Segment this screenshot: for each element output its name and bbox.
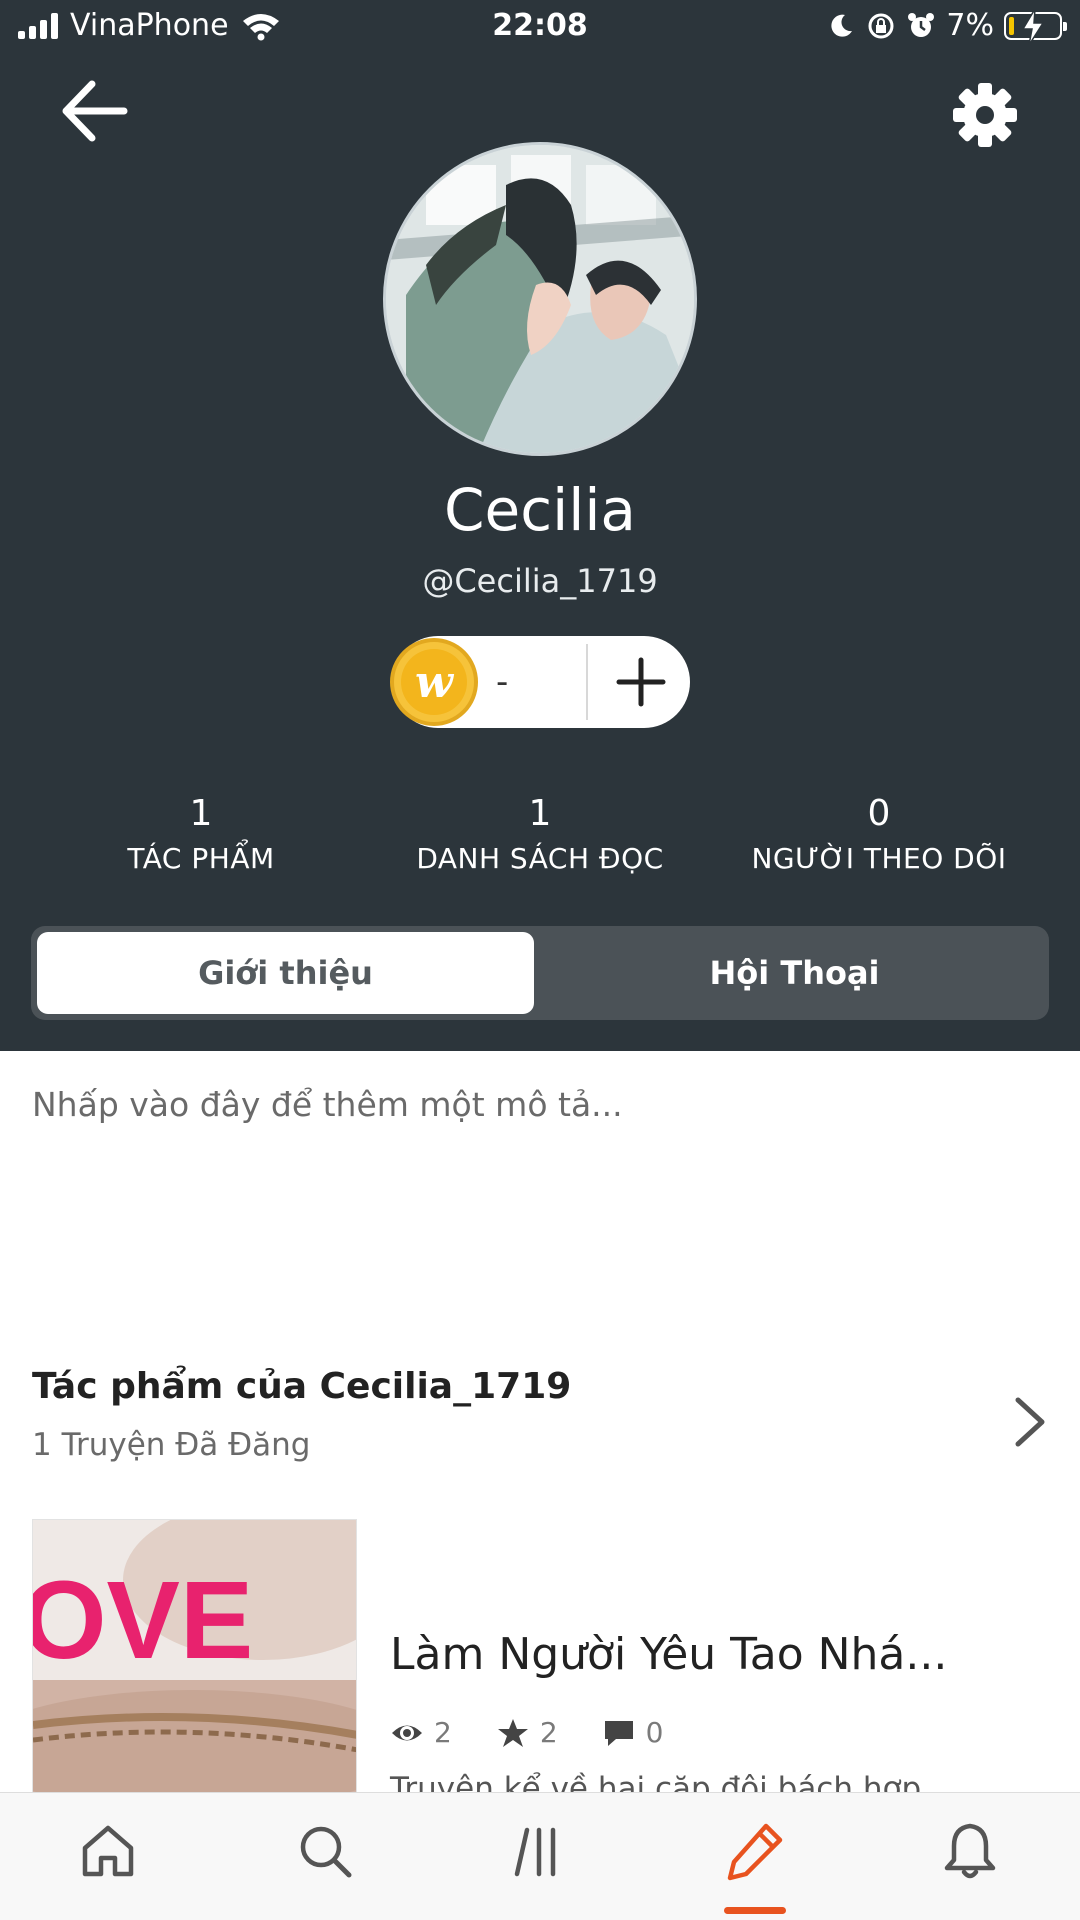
vote-count: 2: [539, 1716, 558, 1749]
rotation-lock-icon: [868, 13, 894, 38]
tab-conversation[interactable]: Hội Thoại: [546, 932, 1043, 1014]
story-cover[interactable]: OVE: [32, 1519, 357, 1799]
active-tab-indicator: [724, 1907, 786, 1914]
description-placeholder[interactable]: Nhấp vào đây để thêm một mô tả...: [32, 1085, 623, 1124]
nav-notifications[interactable]: [930, 1815, 1010, 1887]
read-count: 2: [434, 1716, 452, 1749]
eye-icon: [392, 1725, 422, 1740]
battery-percent: 7%: [946, 8, 994, 43]
story-title[interactable]: Làm Người Yêu Tao Nhá...: [390, 1629, 1030, 1680]
avatar[interactable]: [383, 142, 697, 456]
display-name: Cecilia: [444, 476, 636, 544]
works-section-title: Tác phẩm của Cecilia_1719: [32, 1366, 572, 1407]
stat-followers[interactable]: 0 NGƯỜI THEO DÕI: [709, 790, 1049, 875]
nav-library[interactable]: [500, 1815, 580, 1887]
coin-wallet[interactable]: w -: [390, 636, 690, 728]
coin-balance: -: [496, 662, 509, 702]
cover-text: OVE: [33, 1559, 253, 1682]
comment-icon: [604, 1720, 633, 1746]
stat-reading-lists[interactable]: 1 DANH SÁCH ĐỌC: [370, 790, 710, 875]
nav-search[interactable]: [285, 1815, 365, 1887]
moon-icon: [831, 14, 853, 37]
chevron-right-icon[interactable]: [1010, 1394, 1050, 1450]
stat-value: 1: [189, 793, 213, 834]
stat-works[interactable]: 1 TÁC PHẨM: [31, 790, 371, 875]
profile-tabs: Giới thiệu Hội Thoại: [31, 926, 1049, 1020]
profile-header: VinaPhone 22:08 7% Cecilia @Cecilia_1719…: [0, 0, 1080, 1051]
gear-icon[interactable]: [950, 80, 1020, 150]
comment-count: 0: [645, 1716, 664, 1749]
star-icon: [497, 1718, 528, 1747]
write-icon: [727, 1823, 783, 1881]
tab-intro[interactable]: Giới thiệu: [37, 932, 534, 1014]
coin-icon: w: [390, 638, 478, 726]
works-count: 1 Truyện Đã Đăng: [32, 1427, 311, 1463]
nav-home[interactable]: [68, 1815, 148, 1887]
story-card[interactable]: OVE Làm Người Yêu Tao Nhá... 2 2 0 Truyệ…: [32, 1519, 1048, 1807]
stat-value: 0: [867, 793, 891, 834]
add-coins-button[interactable]: [592, 636, 690, 728]
username: @Cecilia_1719: [422, 562, 658, 600]
search-icon: [300, 1826, 352, 1878]
stat-label: TÁC PHẨM: [127, 842, 275, 875]
back-arrow-icon[interactable]: [58, 78, 130, 144]
story-stats: 2 2 0: [390, 1716, 707, 1749]
stat-label: DANH SÁCH ĐỌC: [416, 842, 664, 875]
stat-value: 1: [528, 793, 552, 834]
bottom-navigation: [0, 1792, 1080, 1920]
library-icon: [514, 1827, 556, 1877]
divider: [586, 644, 588, 720]
status-bar: VinaPhone 22:08 7%: [0, 0, 1080, 54]
stat-label: NGƯỜI THEO DÕI: [751, 842, 1007, 875]
nav-write[interactable]: [715, 1815, 795, 1887]
home-icon: [82, 1825, 134, 1877]
bell-icon: [944, 1823, 996, 1879]
alarm-icon: [908, 12, 935, 37]
battery-icon: [1004, 8, 1067, 45]
